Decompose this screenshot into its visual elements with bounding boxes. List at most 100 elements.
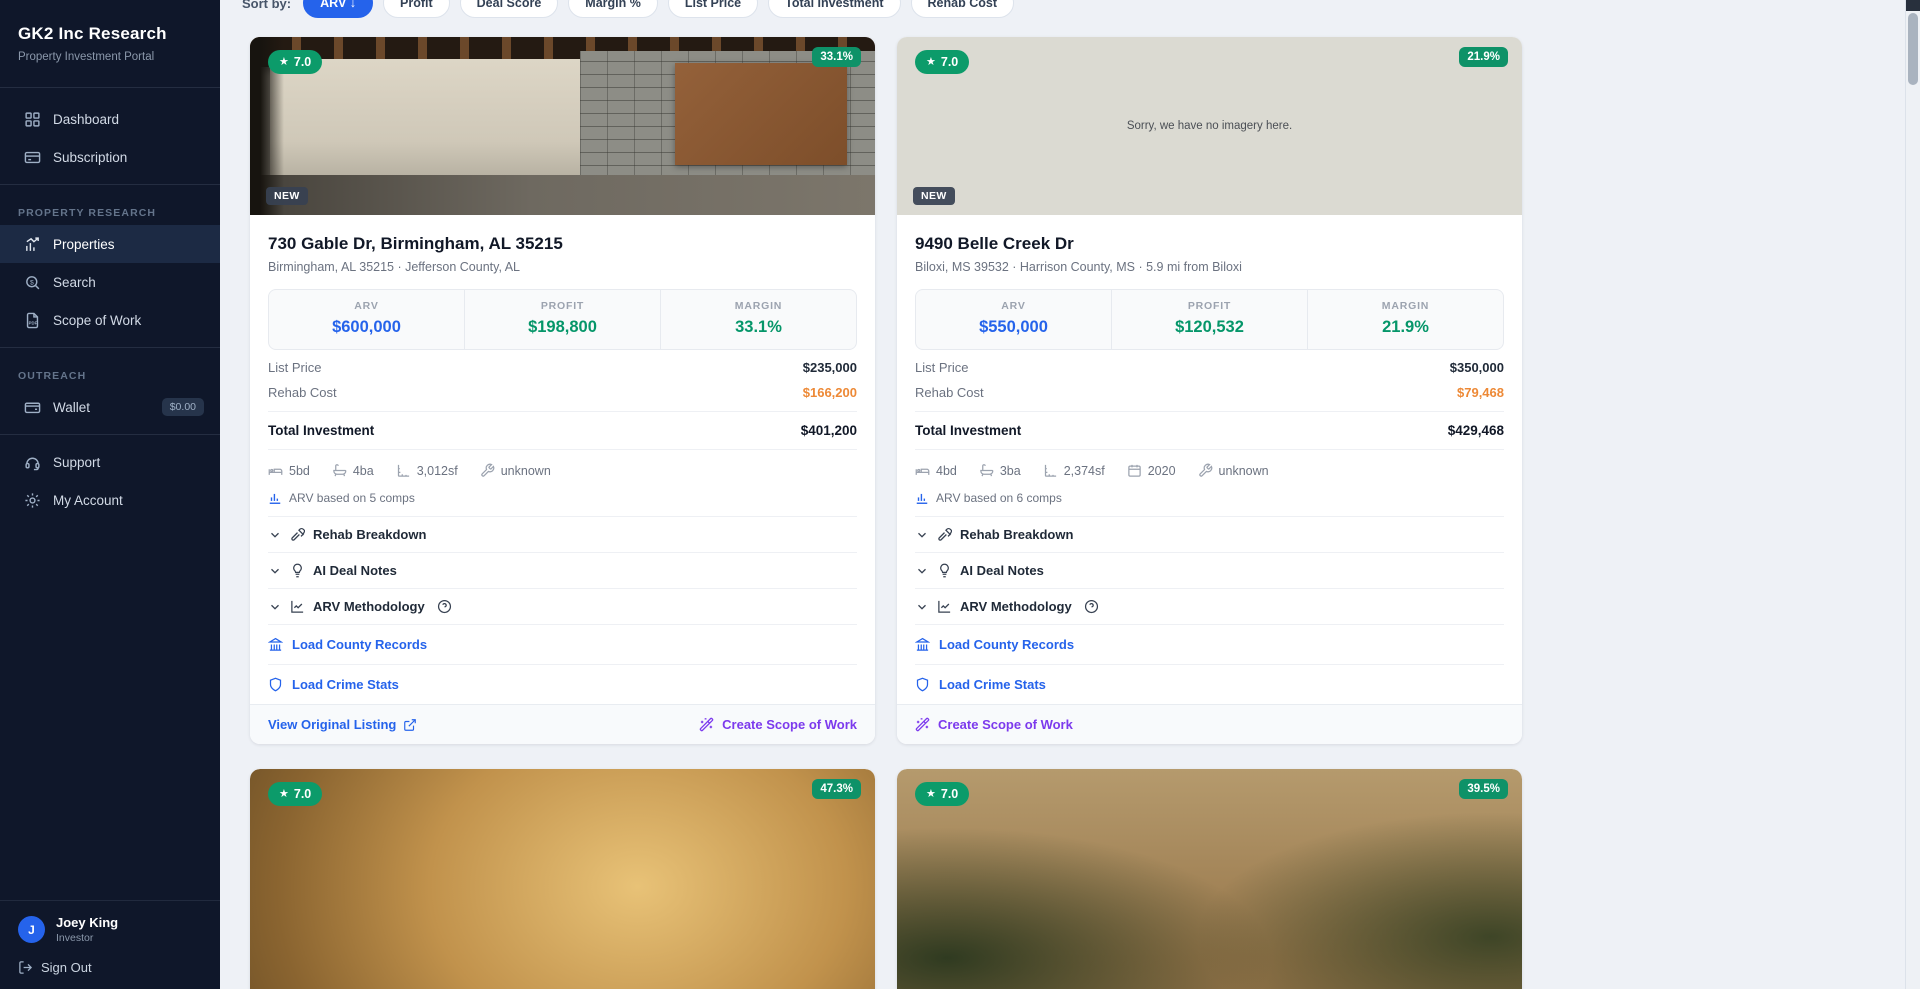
pdf-file-icon: PDF bbox=[24, 312, 41, 329]
bar-chart-icon bbox=[915, 491, 929, 505]
wallet-icon bbox=[24, 399, 41, 416]
shield-icon bbox=[915, 677, 930, 692]
bath-icon bbox=[332, 463, 347, 478]
sort-chip-total-investment[interactable]: Total Investment bbox=[768, 0, 900, 18]
bank-icon bbox=[268, 637, 283, 652]
scrollbar-thumb[interactable] bbox=[1908, 13, 1918, 85]
property-card-partial: ★7.0 47.3% bbox=[250, 769, 875, 989]
specs-row: 5bd 4ba 3,012sf unknown bbox=[268, 463, 857, 478]
sidebar-item-label: Scope of Work bbox=[53, 313, 141, 328]
load-county-records-button[interactable]: Load County Records bbox=[915, 625, 1504, 664]
condition-spec: unknown bbox=[480, 463, 551, 478]
sort-chip-list-price[interactable]: List Price bbox=[668, 0, 758, 18]
ai-deal-notes-toggle[interactable]: AI Deal Notes bbox=[915, 553, 1504, 588]
sidebar-item-label: Wallet bbox=[53, 400, 90, 415]
wrench-icon bbox=[480, 463, 495, 478]
user-role: Investor bbox=[56, 932, 118, 944]
sign-out-icon bbox=[18, 960, 33, 975]
sidebar-item-support[interactable]: Support bbox=[0, 443, 220, 481]
list-price-row: List Price $235,000 bbox=[268, 360, 857, 375]
arv-methodology-toggle[interactable]: ARV Methodology bbox=[268, 589, 857, 624]
rehab-cost-row: Rehab Cost $166,200 bbox=[268, 385, 857, 400]
ai-deal-notes-toggle[interactable]: AI Deal Notes bbox=[268, 553, 857, 588]
property-photo[interactable]: ★7.0 47.3% bbox=[250, 769, 875, 989]
divider bbox=[0, 347, 220, 348]
sort-bar: Sort by: ARV ↓ Profit Deal Score Margin … bbox=[242, 0, 1920, 18]
create-scope-of-work-button[interactable]: Create Scope of Work bbox=[699, 717, 857, 732]
deal-score-badge: ★7.0 bbox=[268, 782, 322, 806]
property-photo-placeholder[interactable]: Sorry, we have no imagery here. ★7.0 21.… bbox=[897, 37, 1522, 215]
help-circle-icon[interactable] bbox=[437, 599, 452, 614]
margin-badge: 47.3% bbox=[812, 779, 861, 799]
avatar[interactable]: J bbox=[18, 916, 45, 943]
create-scope-of-work-button[interactable]: Create Scope of Work bbox=[915, 717, 1073, 732]
property-card-partial: ★7.0 39.5% bbox=[897, 769, 1522, 989]
stats-box: ARV $600,000 PROFIT $198,800 MARGIN 33.1… bbox=[268, 289, 857, 350]
sort-chip-margin[interactable]: Margin % bbox=[568, 0, 658, 18]
stat-margin: MARGIN 33.1% bbox=[660, 290, 856, 349]
hammer-icon bbox=[937, 527, 952, 542]
beds-spec: 5bd bbox=[268, 463, 310, 478]
sidebar-item-label: Dashboard bbox=[53, 112, 119, 127]
hammer-icon bbox=[290, 527, 305, 542]
beds-spec: 4bd bbox=[915, 463, 957, 478]
magic-wand-icon bbox=[915, 717, 930, 732]
bed-icon bbox=[915, 463, 930, 478]
deal-score-badge: ★7.0 bbox=[268, 50, 322, 74]
area-spec: 3,012sf bbox=[396, 463, 458, 478]
svg-text:$: $ bbox=[30, 279, 34, 286]
scrollbar-corner bbox=[1906, 0, 1920, 11]
sort-chip-profit[interactable]: Profit bbox=[383, 0, 450, 18]
sidebar-item-wallet[interactable]: Wallet $0.00 bbox=[0, 388, 220, 426]
help-circle-icon[interactable] bbox=[1084, 599, 1099, 614]
sidebar: GK2 Inc Research Property Investment Por… bbox=[0, 0, 220, 989]
sidebar-item-properties[interactable]: Properties bbox=[0, 225, 220, 263]
star-icon: ★ bbox=[279, 57, 289, 68]
chevron-down-icon bbox=[268, 600, 282, 614]
line-chart-icon bbox=[290, 599, 305, 614]
main-content: Sort by: ARV ↓ Profit Deal Score Margin … bbox=[220, 0, 1920, 989]
total-investment-row: Total Investment $429,468 bbox=[915, 423, 1504, 438]
sort-chip-rehab-cost[interactable]: Rehab Cost bbox=[911, 0, 1014, 18]
load-county-records-button[interactable]: Load County Records bbox=[268, 625, 857, 664]
credit-card-icon bbox=[24, 149, 41, 166]
star-icon: ★ bbox=[926, 789, 936, 800]
card-body: 9490 Belle Creek Dr Biloxi, MS 39532 · H… bbox=[897, 215, 1522, 744]
search-dollar-icon: $ bbox=[24, 274, 41, 291]
sort-chip-arv[interactable]: ARV ↓ bbox=[303, 0, 373, 18]
stat-arv: ARV $550,000 bbox=[916, 290, 1111, 349]
margin-badge: 39.5% bbox=[1459, 779, 1508, 799]
rehab-breakdown-toggle[interactable]: Rehab Breakdown bbox=[915, 517, 1504, 552]
property-photo[interactable]: ★7.0 39.5% bbox=[897, 769, 1522, 989]
view-original-listing-link[interactable]: View Original Listing bbox=[268, 717, 417, 732]
divider bbox=[268, 449, 857, 450]
condition-spec: unknown bbox=[1198, 463, 1269, 478]
rehab-breakdown-toggle[interactable]: Rehab Breakdown bbox=[268, 517, 857, 552]
sidebar-item-subscription[interactable]: Subscription bbox=[0, 138, 220, 176]
sidebar-item-my-account[interactable]: My Account bbox=[0, 481, 220, 519]
sort-chip-deal-score[interactable]: Deal Score bbox=[460, 0, 559, 18]
list-price-row: List Price $350,000 bbox=[915, 360, 1504, 375]
sidebar-item-scope-of-work[interactable]: PDF Scope of Work bbox=[0, 301, 220, 339]
property-photo[interactable]: ★7.0 33.1% NEW bbox=[250, 37, 875, 215]
bank-icon bbox=[915, 637, 930, 652]
brand: GK2 Inc Research Property Investment Por… bbox=[0, 0, 220, 79]
vertical-scrollbar[interactable] bbox=[1905, 0, 1920, 989]
stat-arv: ARV $600,000 bbox=[269, 290, 464, 349]
divider bbox=[0, 184, 220, 185]
section-label-outreach: OUTREACH bbox=[0, 356, 220, 388]
sidebar-item-label: Support bbox=[53, 455, 100, 470]
sign-out-button[interactable]: Sign Out bbox=[18, 960, 202, 975]
sidebar-item-search[interactable]: $ Search bbox=[0, 263, 220, 301]
calendar-icon bbox=[1127, 463, 1142, 478]
load-crime-stats-button[interactable]: Load Crime Stats bbox=[915, 665, 1504, 704]
load-crime-stats-button[interactable]: Load Crime Stats bbox=[268, 665, 857, 704]
arv-methodology-toggle[interactable]: ARV Methodology bbox=[915, 589, 1504, 624]
ruler-icon bbox=[1043, 463, 1058, 478]
divider bbox=[0, 87, 220, 88]
sidebar-item-dashboard[interactable]: Dashboard bbox=[0, 100, 220, 138]
area-spec: 2,374sf bbox=[1043, 463, 1105, 478]
rehab-cost-row: Rehab Cost $79,468 bbox=[915, 385, 1504, 400]
margin-badge: 21.9% bbox=[1459, 47, 1508, 67]
star-icon: ★ bbox=[926, 57, 936, 68]
